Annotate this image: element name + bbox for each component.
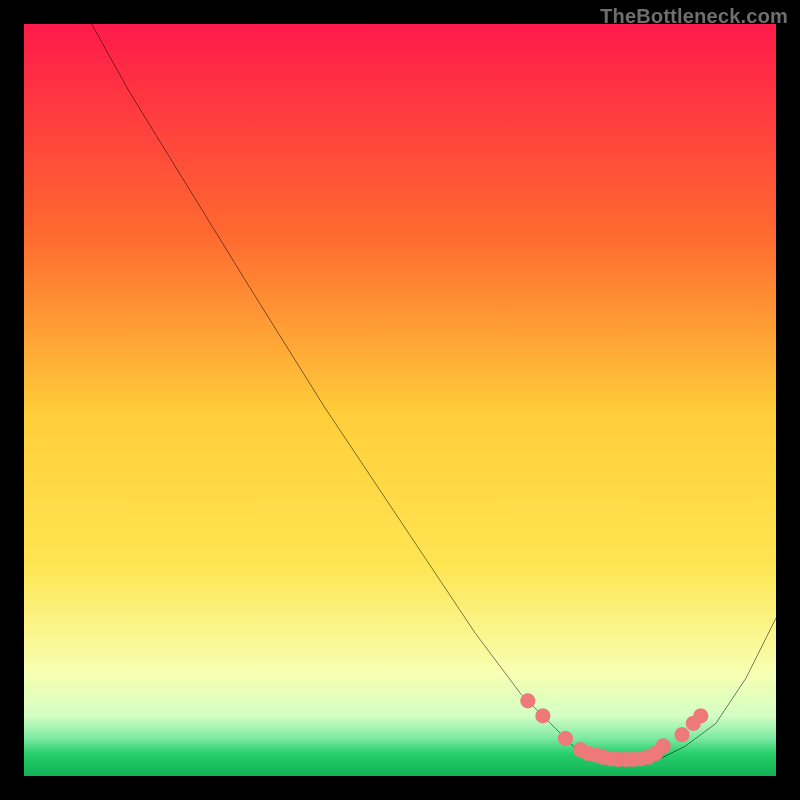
chart-svg: [24, 24, 776, 776]
marker-point: [693, 708, 708, 723]
marker-point: [674, 727, 689, 742]
marker-point: [520, 693, 535, 708]
marker-point: [558, 731, 573, 746]
marker-point: [535, 708, 550, 723]
marker-point: [656, 738, 671, 753]
gradient-background: [24, 24, 776, 776]
chart-container: TheBottleneck.com: [0, 0, 800, 800]
attribution-text: TheBottleneck.com: [600, 6, 788, 29]
plot-area: [24, 24, 776, 776]
